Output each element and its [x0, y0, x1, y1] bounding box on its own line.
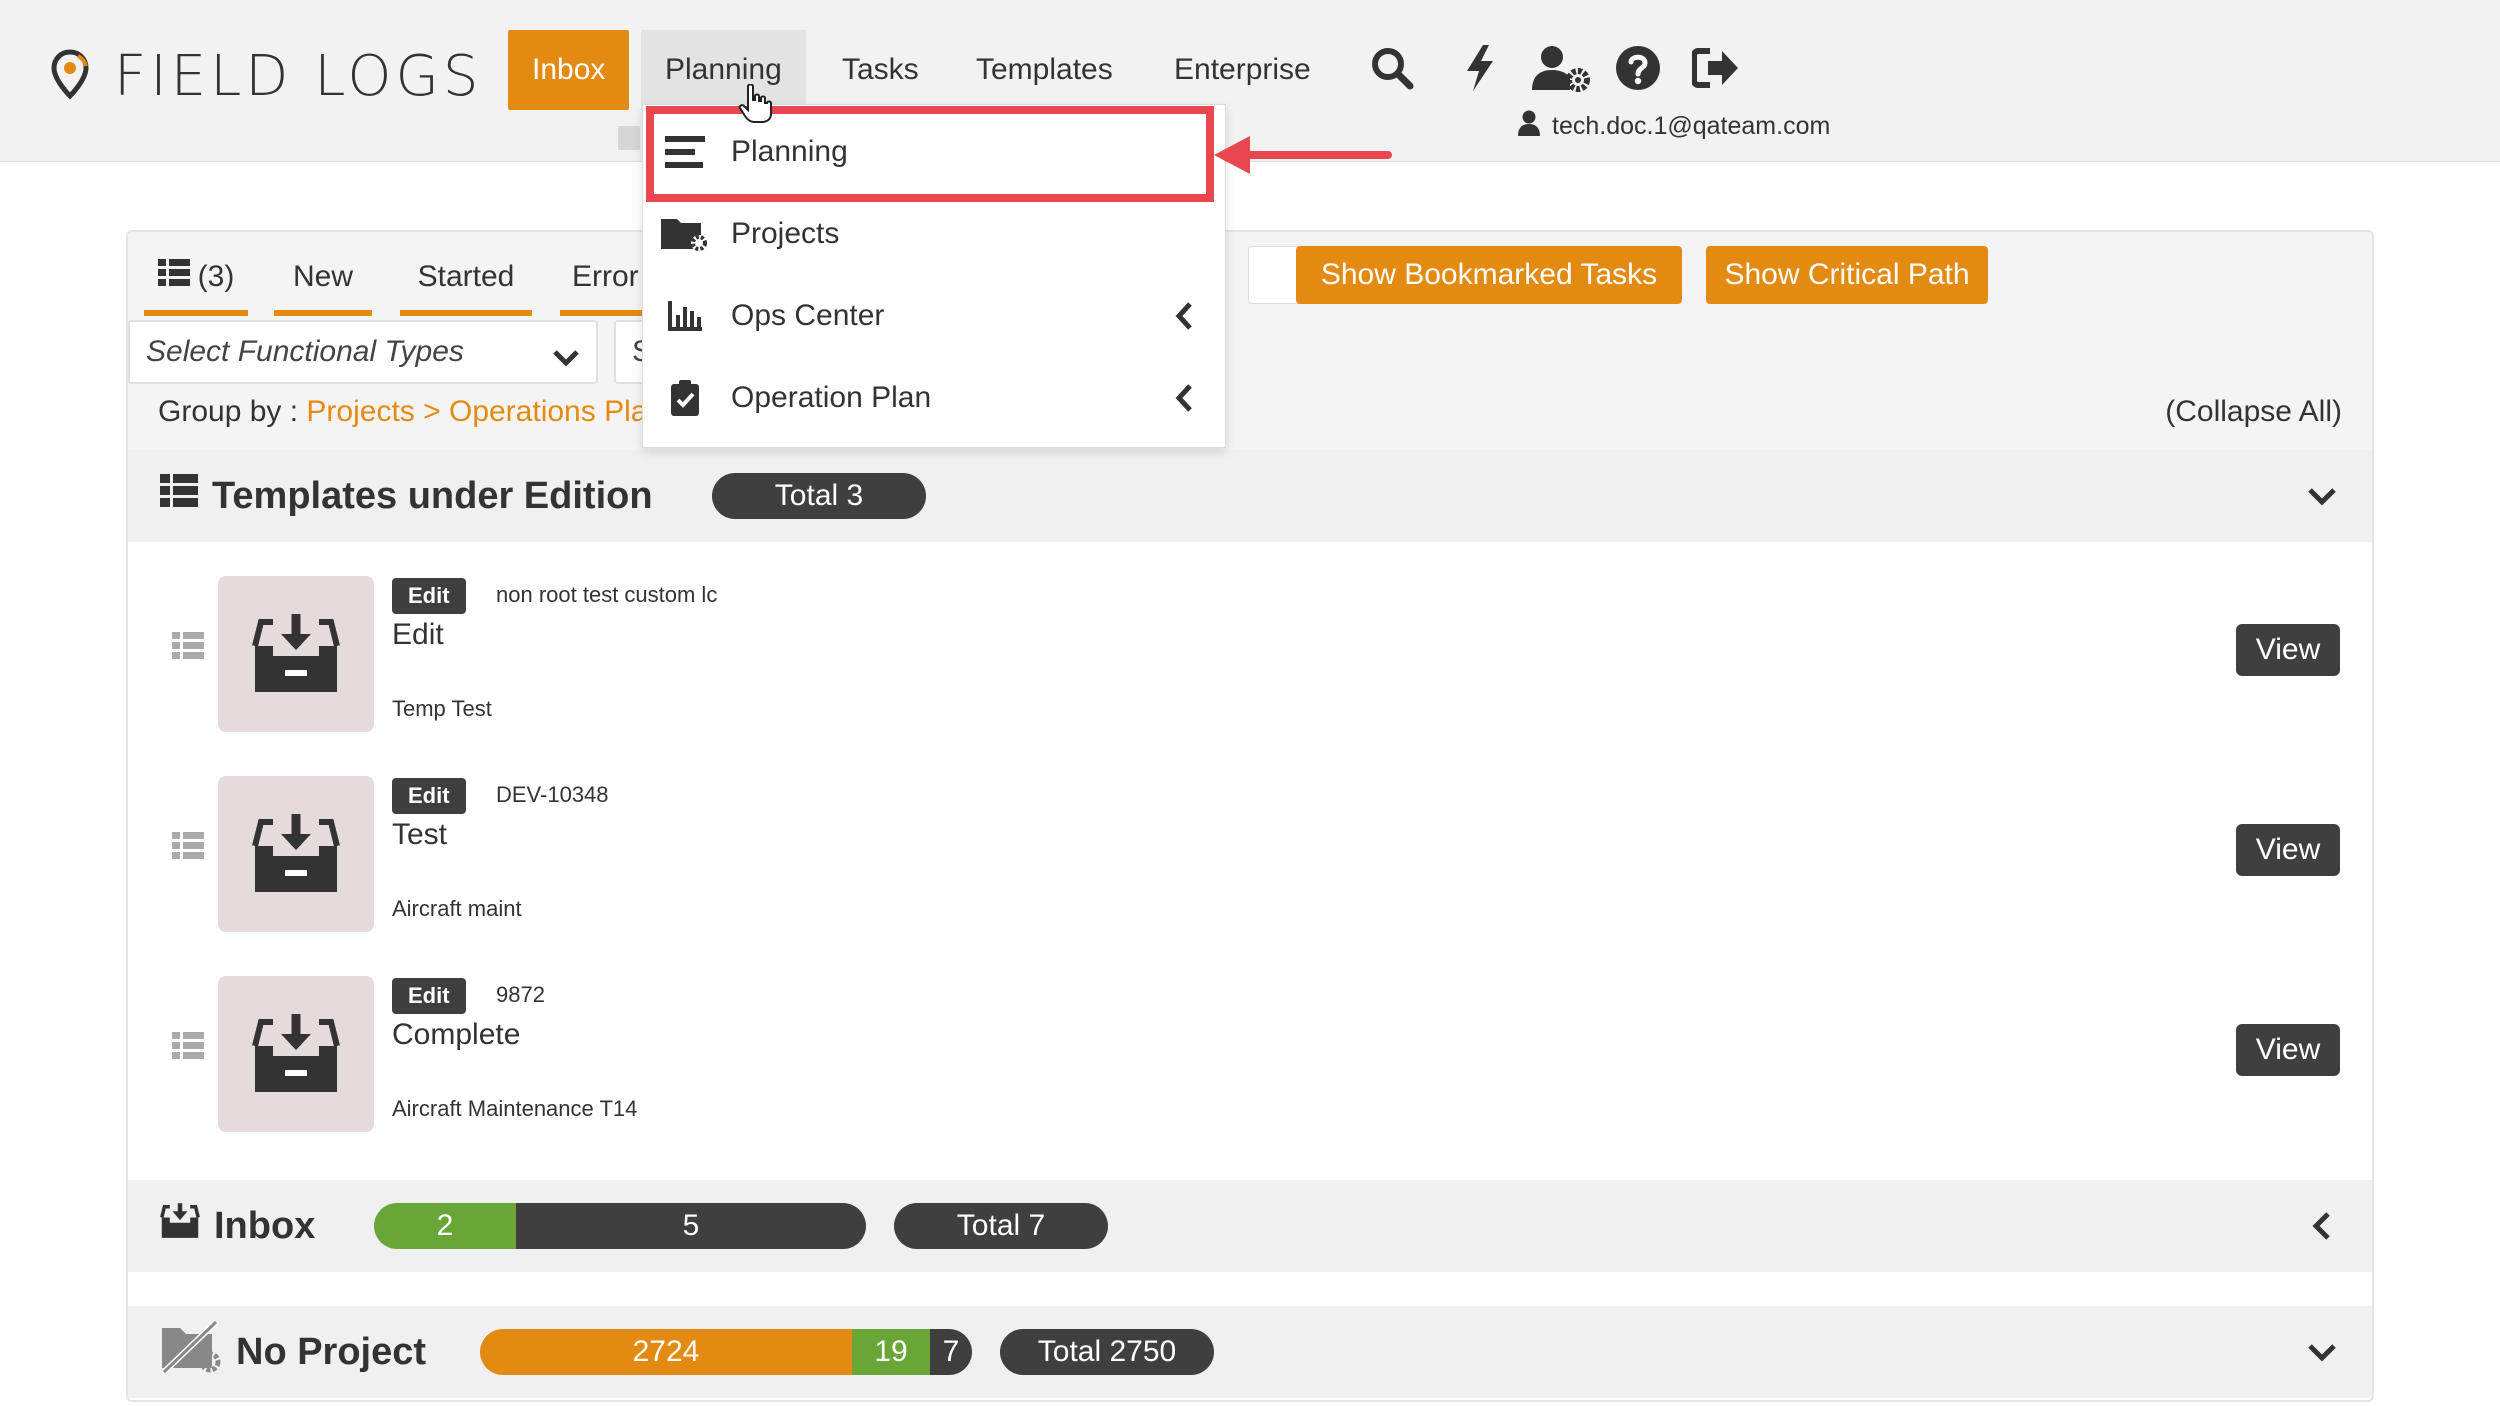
chevron-down-icon[interactable] — [2302, 476, 2342, 516]
drag-handle-icon[interactable] — [172, 1032, 204, 1065]
user-email: tech.doc.1@qateam.com — [1552, 112, 1831, 140]
logout-icon[interactable] — [1688, 40, 1744, 96]
section-inbox-header[interactable]: Inbox 2 5 Total 7 — [128, 1180, 2372, 1272]
template-title: Edit — [392, 618, 444, 651]
chevron-left-icon[interactable] — [2302, 1206, 2342, 1246]
templates-total-badge: Total 3 — [712, 473, 926, 519]
chevron-left-icon — [1175, 301, 1195, 339]
section-inbox-title-group: Inbox — [160, 1180, 315, 1272]
inbox-total-badge: Total 7 — [894, 1203, 1108, 1249]
chevron-down-icon — [552, 342, 580, 376]
document-icon — [618, 126, 640, 150]
menu-item-label: Ops Center — [731, 299, 885, 332]
bar-chart-icon — [661, 301, 709, 331]
logo-text: FIELD LOGS — [114, 44, 483, 109]
folder-off-icon — [160, 1319, 222, 1384]
template-subtitle: Temp Test — [392, 696, 492, 721]
menu-item-label: Projects — [731, 217, 840, 250]
template-title: Test — [392, 818, 448, 851]
task-panel: (3) New Started Error Show Bookmarked Ta… — [126, 230, 2374, 1402]
chevron-down-icon[interactable] — [2302, 1332, 2342, 1372]
section-templates-title: Templates under Edition — [212, 474, 653, 517]
inbox-download-icon — [218, 576, 374, 732]
functional-types-placeholder: Select Functional Types — [146, 335, 464, 368]
edit-badge: Edit — [392, 978, 466, 1014]
no-project-total-badge: Total 2750 — [1000, 1329, 1214, 1375]
hand-cursor-icon — [738, 83, 772, 129]
menu-item-ops-center[interactable]: Ops Center — [643, 275, 1225, 357]
template-row[interactable]: Edit DEV-10348 Test Aircraft maint View — [128, 766, 2372, 966]
tab-started[interactable]: Started — [400, 244, 532, 316]
folder-gear-icon — [661, 215, 709, 253]
location-pin-icon — [48, 48, 92, 105]
user-gear-icon[interactable] — [1530, 40, 1592, 96]
view-button[interactable]: View — [2236, 824, 2340, 876]
template-code: 9872 — [496, 982, 545, 1007]
tab-all[interactable]: (3) — [144, 244, 248, 316]
app-logo[interactable]: FIELD LOGS — [48, 44, 482, 109]
no-project-progress-bar: 2724 19 7 — [480, 1329, 972, 1375]
progress-segment-open: 2724 — [480, 1329, 852, 1375]
show-bookmarked-tasks-button[interactable]: Show Bookmarked Tasks — [1296, 246, 1682, 304]
template-row[interactable]: Edit 9872 Complete Aircraft Maintenance … — [128, 966, 2372, 1166]
nav-tasks[interactable]: Tasks — [818, 30, 943, 110]
list-icon — [157, 259, 190, 295]
template-subtitle: Aircraft Maintenance T14 — [392, 1096, 638, 1121]
user-icon — [1518, 110, 1540, 143]
edit-badge: Edit — [392, 778, 466, 814]
group-by-path-link[interactable]: Projects > Operations Pla — [306, 395, 647, 428]
template-code: non root test custom lc — [496, 582, 718, 607]
section-no-project-title-group: No Project — [160, 1306, 426, 1398]
inbox-download-icon — [218, 776, 374, 932]
inbox-progress-bar: 2 5 — [374, 1203, 866, 1249]
drag-handle-icon[interactable] — [172, 832, 204, 865]
highlight-box — [646, 106, 1214, 202]
search-icon[interactable] — [1364, 40, 1420, 96]
menu-item-projects[interactable]: Projects — [643, 193, 1225, 275]
inbox-download-icon — [218, 976, 374, 1132]
menu-item-operation-plan[interactable]: Operation Plan — [643, 357, 1225, 439]
inbox-download-icon — [160, 1202, 200, 1250]
section-inbox-title: Inbox — [214, 1204, 316, 1247]
nav-templates[interactable]: Templates — [952, 30, 1137, 110]
functional-types-select[interactable]: Select Functional Types — [128, 320, 598, 384]
section-templates-header[interactable]: Templates under Edition Total 3 — [128, 450, 2372, 542]
show-critical-path-button[interactable]: Show Critical Path — [1706, 246, 1988, 304]
collapse-all-link[interactable]: (Collapse All) — [2165, 395, 2342, 429]
view-button[interactable]: View — [2236, 1024, 2340, 1076]
annotation-arrow-icon — [1212, 130, 1392, 185]
tab-new[interactable]: New — [274, 244, 372, 316]
menu-item-label: Operation Plan — [731, 381, 932, 414]
tab-all-count: (3) — [197, 260, 235, 293]
group-by-breadcrumb: Group by : Projects > Operations Pla — [158, 395, 647, 429]
progress-segment-done: 2 — [374, 1203, 516, 1249]
template-subtitle: Aircraft maint — [392, 896, 522, 921]
chevron-left-icon — [1175, 383, 1195, 421]
progress-segment-other: 7 — [930, 1329, 972, 1375]
section-templates-title-group: Templates under Edition — [160, 450, 653, 542]
section-no-project-title: No Project — [236, 1330, 427, 1373]
template-code: DEV-10348 — [496, 782, 609, 807]
group-by-label: Group by : — [158, 395, 299, 428]
help-icon[interactable] — [1610, 40, 1666, 96]
tab-error[interactable]: Error — [560, 244, 650, 316]
nav-inbox[interactable]: Inbox — [508, 30, 630, 110]
progress-segment-remaining: 5 — [516, 1203, 866, 1249]
section-no-project-header[interactable]: No Project 2724 19 7 Total 2750 — [128, 1306, 2372, 1398]
template-row[interactable]: Edit non root test custom lc Edit Temp T… — [128, 566, 2372, 766]
list-icon — [160, 474, 198, 518]
drag-handle-icon[interactable] — [172, 632, 204, 665]
clipboard-check-icon — [661, 380, 709, 416]
view-button[interactable]: View — [2236, 624, 2340, 676]
progress-segment-done: 19 — [852, 1329, 930, 1375]
template-title: Complete — [392, 1018, 521, 1051]
user-info[interactable]: tech.doc.1@qateam.com — [1518, 110, 1830, 143]
lightning-icon[interactable] — [1452, 40, 1508, 96]
nav-planning[interactable]: Planning — [641, 30, 806, 110]
edit-badge: Edit — [392, 578, 466, 614]
nav-enterprise[interactable]: Enterprise — [1150, 30, 1335, 110]
